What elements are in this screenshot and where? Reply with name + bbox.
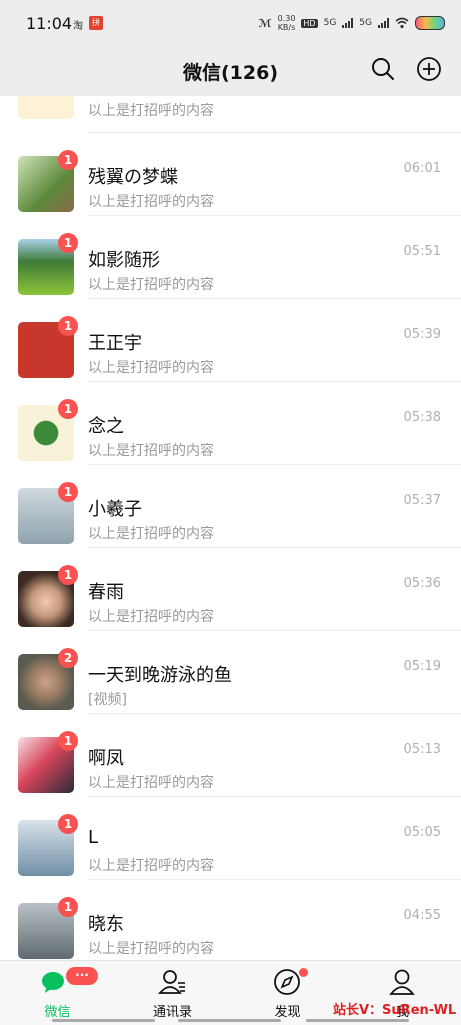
tab-label: 通讯录 <box>152 1005 192 1020</box>
chat-time: 05:38 <box>403 410 441 425</box>
watermark-text: 站长V：SuRen-WL <box>333 1003 457 1018</box>
chat-row[interactable]: 1 晓东 以上是打招呼的内容 04:55 <box>0 880 461 960</box>
signal-icon-1 <box>342 18 354 28</box>
network-speed: 0.30 KB/s <box>278 14 296 32</box>
unread-badge: 1 <box>58 316 78 336</box>
chat-name: 啊凤 <box>88 748 124 769</box>
mute-icon: ℳ <box>258 16 272 30</box>
chat-tab-badge: ··· <box>66 967 98 985</box>
chat-row[interactable]: 1 如影随形 以上是打招呼的内容 05:51 <box>0 216 461 299</box>
tab-label: 微信 <box>44 1005 71 1020</box>
chat-preview: 以上是打招呼的内容 <box>88 443 214 459</box>
chat-preview: 以上是打招呼的内容 <box>88 609 214 625</box>
chat-row[interactable]: 以上是打招呼的内容 <box>0 96 461 133</box>
chat-preview: 以上是打招呼的内容 <box>88 775 214 791</box>
status-icons: ℳ 0.30 KB/s HD 5G 5G <box>259 14 445 32</box>
chat-list[interactable]: 以上是打招呼的内容 1 残翼の梦蝶 以上是打招呼的内容 06:01 1 如影随形… <box>0 96 461 960</box>
chat-time: 05:37 <box>403 493 441 508</box>
chat-preview: 以上是打招呼的内容 <box>88 360 214 376</box>
chat-row[interactable]: 1 春雨 以上是打招呼的内容 05:36 <box>0 548 461 631</box>
hd-icon: HD <box>301 18 318 28</box>
chat-row[interactable]: 1 残翼の梦蝶 以上是打招呼的内容 06:01 <box>0 133 461 216</box>
gesture-bar <box>52 1019 155 1022</box>
unread-badge: 2 <box>58 648 78 668</box>
discover-dot <box>299 968 308 977</box>
battery-icon <box>415 16 445 30</box>
chat-preview: 以上是打招呼的内容 <box>88 194 214 210</box>
unread-badge: 1 <box>58 731 78 751</box>
chat-row[interactable]: 1 啊凤 以上是打招呼的内容 05:13 <box>0 714 461 797</box>
unread-badge: 1 <box>58 565 78 585</box>
chat-row[interactable]: 1 L 以上是打招呼的内容 05:05 <box>0 797 461 880</box>
wifi-icon <box>395 17 409 29</box>
chat-preview: [视频] <box>88 692 127 708</box>
chat-name: 小羲子 <box>88 499 142 520</box>
app-header: 微信(126) <box>0 46 461 96</box>
chat-preview: 以上是打招呼的内容 <box>88 277 214 293</box>
chat-preview: 以上是打招呼的内容 <box>88 941 214 957</box>
avatar <box>18 96 74 119</box>
tab-label: 发现 <box>274 1005 301 1020</box>
chat-time: 06:01 <box>403 161 441 176</box>
chat-name: 春雨 <box>88 582 124 603</box>
tab-discover[interactable]: 发现 <box>230 961 345 1025</box>
chat-time: 04:55 <box>403 908 441 923</box>
chat-name: 残翼の梦蝶 <box>88 167 178 188</box>
contacts-icon <box>158 970 185 994</box>
chat-preview: 以上是打招呼的内容 <box>88 526 214 542</box>
app-notification-icon: 拼 <box>89 16 103 30</box>
status-time: 11:04 <box>26 14 73 33</box>
tab-chats[interactable]: ··· 微信 <box>0 961 115 1025</box>
speed-unit: KB/s <box>277 23 296 32</box>
chat-time: 05:51 <box>403 244 441 259</box>
chat-name: 晓东 <box>88 914 124 935</box>
chat-row[interactable]: 1 念之 以上是打招呼的内容 05:38 <box>0 382 461 465</box>
person-icon <box>389 969 415 995</box>
chat-preview: 以上是打招呼的内容 <box>88 103 214 119</box>
chat-time: 05:05 <box>403 825 441 840</box>
search-icon[interactable] <box>370 56 396 82</box>
chat-row[interactable]: 1 小羲子 以上是打招呼的内容 05:37 <box>0 465 461 548</box>
status-bar: 11:04 淘 拼 ℳ 0.30 KB/s HD 5G 5G <box>0 0 461 46</box>
chat-name: 王正宇 <box>88 333 142 354</box>
chat-preview: 以上是打招呼的内容 <box>88 858 214 874</box>
add-icon[interactable] <box>416 56 442 82</box>
chat-time: 05:13 <box>403 742 441 757</box>
signal-icon-2 <box>378 18 389 28</box>
unread-badge: 1 <box>58 399 78 419</box>
chat-time: 05:19 <box>403 659 441 674</box>
unread-badge: 1 <box>58 150 78 170</box>
chat-row[interactable]: 2 一天到晚游泳的鱼 [视频] 05:19 <box>0 631 461 714</box>
chat-time: 05:36 <box>403 576 441 591</box>
speed-value: 0.30 <box>277 14 296 23</box>
gesture-bar <box>178 1019 281 1022</box>
chat-time: 05:39 <box>403 327 441 342</box>
unread-badge: 1 <box>58 482 78 502</box>
chat-name: 念之 <box>88 416 124 437</box>
chat-bubbles-icon <box>42 972 64 993</box>
unread-badge: 1 <box>58 814 78 834</box>
taobao-notification-icon: 淘 <box>73 21 83 32</box>
chat-name: L <box>88 827 99 848</box>
chat-row[interactable]: 1 王正宇 以上是打招呼的内容 05:39 <box>0 299 461 382</box>
gesture-bar <box>306 1019 409 1022</box>
chat-name: 一天到晚游泳的鱼 <box>88 665 232 686</box>
network-5g-2: 5G <box>359 18 372 28</box>
network-5g-1: 5G <box>323 18 337 28</box>
unread-badge: 1 <box>58 897 78 917</box>
compass-icon <box>274 969 300 995</box>
unread-badge: 1 <box>58 233 78 253</box>
chat-name: 如影随形 <box>88 250 160 271</box>
tab-contacts[interactable]: 通讯录 <box>115 961 230 1025</box>
